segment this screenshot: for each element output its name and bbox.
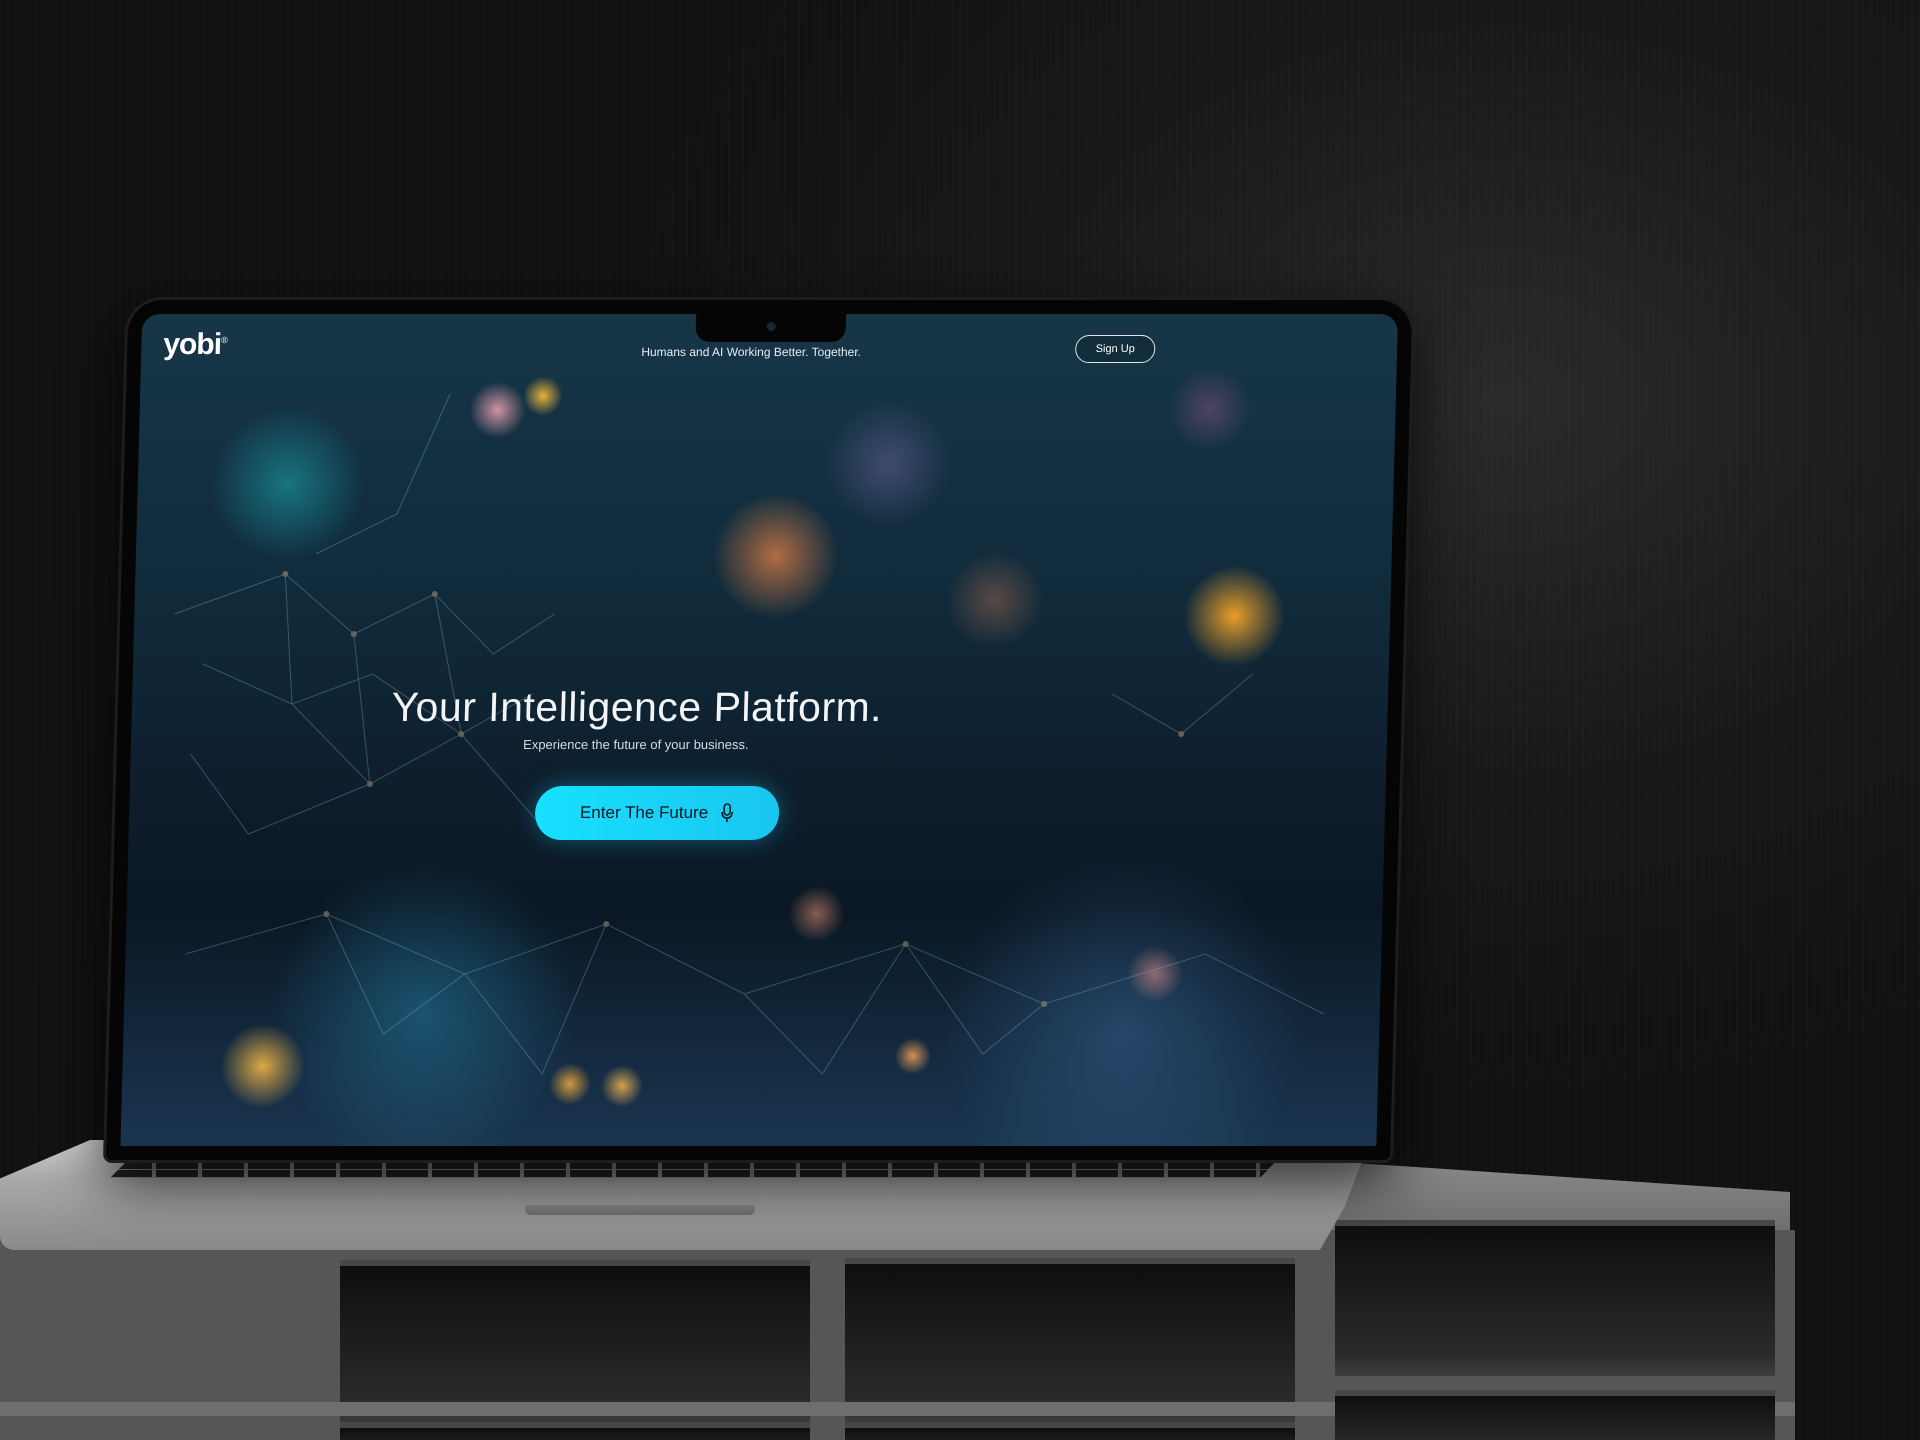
cta-label: Enter The Future	[579, 803, 709, 822]
logo-registered-mark: ®	[221, 335, 227, 345]
hero-subtitle: Experience the future of your business.	[522, 737, 749, 752]
microphone-icon	[721, 803, 734, 822]
shelf-cubby	[340, 1422, 810, 1440]
enter-the-future-button[interactable]: Enter The Future	[534, 786, 780, 840]
sign-up-button[interactable]: Sign Up	[1074, 335, 1156, 363]
shelf-cubby	[1335, 1220, 1775, 1376]
hero-title: Your Intelligence Platform.	[390, 684, 883, 730]
logo-text: yobi	[162, 328, 222, 361]
shelf-cubby	[845, 1422, 1295, 1440]
brand-logo[interactable]: yobi®	[163, 328, 227, 362]
shelf-cabinet	[0, 1220, 1795, 1440]
laptop-opening-lip	[525, 1205, 755, 1215]
laptop-screen: yobi® Humans and AI Working Better. Toge…	[120, 314, 1399, 1146]
header-tagline: Humans and AI Working Better. Together.	[641, 345, 862, 359]
product-mockup-scene: yobi® Humans and AI Working Better. Toge…	[0, 0, 1920, 1440]
laptop-lid: yobi® Humans and AI Working Better. Toge…	[106, 300, 1413, 1160]
webcam-icon	[766, 322, 776, 331]
shelf-cubby	[845, 1258, 1295, 1424]
shelf-cubby	[1335, 1390, 1775, 1440]
camera-notch	[695, 314, 847, 342]
